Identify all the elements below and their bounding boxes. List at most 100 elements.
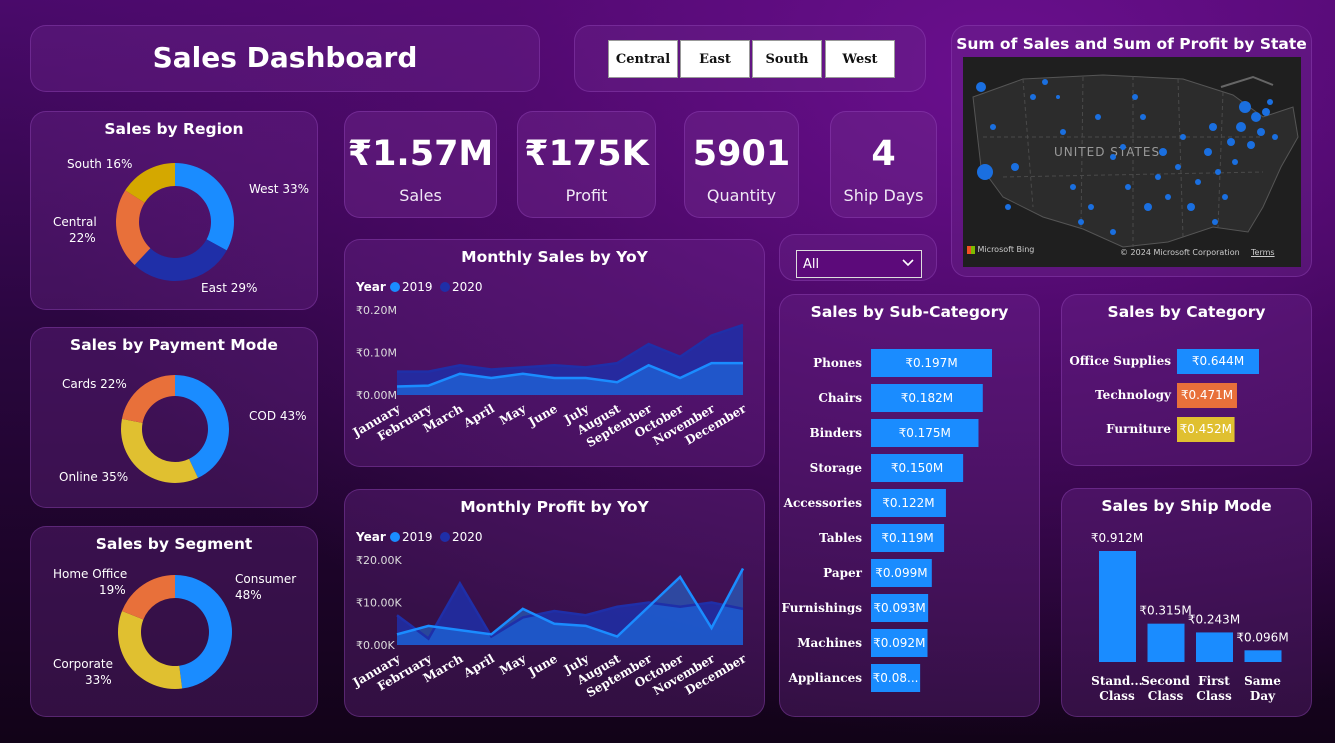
map-bubble[interactable]: [1030, 94, 1036, 100]
bar[interactable]: [1244, 650, 1282, 662]
map-bubble[interactable]: [1247, 141, 1255, 149]
map-bubble[interactable]: [1215, 169, 1221, 175]
x-tick-label: Class: [1148, 689, 1184, 703]
map-bubble[interactable]: [1088, 204, 1094, 210]
slice-label: South 16%: [67, 157, 132, 171]
map-bubble[interactable]: [1272, 134, 1278, 140]
category-bar-chart[interactable]: Office Supplies ₹0.644M Technology ₹0.471M F…: [1062, 295, 1313, 467]
x-tick-label: Same: [1244, 674, 1281, 688]
subcategory-bar-chart[interactable]: Phones ₹0.197M Chairs ₹0.182M Binders ₹0.175M…: [780, 295, 1041, 718]
us-map[interactable]: UNITED STATES Microsoft Bing © 2024 Micr…: [963, 57, 1301, 267]
donut-slice[interactable]: [134, 239, 227, 281]
map-bubble[interactable]: [1110, 154, 1116, 160]
y-tick-label: ₹0.00K: [356, 639, 395, 652]
x-tick-label: Class: [1099, 689, 1135, 703]
slice-label: Central: [53, 215, 97, 229]
donut-slice[interactable]: [121, 418, 198, 483]
map-bubble[interactable]: [1209, 123, 1217, 131]
slicer-button-central[interactable]: Central: [608, 40, 678, 78]
monthly-sales-chart[interactable]: Year 2019 2020₹0.20M₹0.10M₹0.00MJanuaryFeb…: [345, 240, 766, 468]
map-bubble[interactable]: [1204, 148, 1212, 156]
bar[interactable]: [1147, 623, 1185, 662]
map-bubble[interactable]: [976, 82, 986, 92]
map-bubble[interactable]: [990, 124, 996, 130]
shipmode-bar-chart[interactable]: ₹0.912MStand...Class₹0.315MSecondClass₹0…: [1062, 489, 1313, 718]
map-bubble[interactable]: [1195, 179, 1201, 185]
microsoft-icon: [967, 245, 975, 254]
slicer-button-south[interactable]: South: [752, 40, 822, 78]
map-bubble[interactable]: [1042, 79, 1048, 85]
donut-slice[interactable]: [118, 611, 183, 689]
bar[interactable]: [1196, 632, 1233, 662]
y-tick-label: ₹20.00K: [356, 554, 402, 567]
map-terms-link[interactable]: Terms: [1251, 248, 1275, 257]
kpi-quantity: 5901 Quantity: [684, 111, 799, 218]
segment-donut-chart[interactable]: Consumer 48% Corporate 33% Home Office 19%: [31, 527, 319, 718]
x-tick-label: April: [460, 401, 497, 430]
map-bubble[interactable]: [1262, 108, 1270, 116]
map-bubble[interactable]: [1060, 129, 1066, 135]
filter-dropdown-card: All: [779, 234, 937, 281]
slice-label: 22%: [69, 231, 96, 245]
map-bubble[interactable]: [1144, 203, 1152, 211]
legend-title: Year: [355, 280, 386, 294]
title-card: Sales Dashboard: [30, 25, 540, 92]
kpi-value: ₹175K: [524, 134, 649, 174]
map-bubble[interactable]: [1140, 114, 1146, 120]
map-bubble[interactable]: [1011, 163, 1019, 171]
map-bubble[interactable]: [1132, 94, 1138, 100]
map-bubble[interactable]: [1239, 101, 1251, 113]
donut-slice[interactable]: [121, 375, 175, 423]
y-tick-label: ₹0.20M: [356, 304, 397, 317]
map-bubble[interactable]: [1005, 204, 1011, 210]
kpi-ship-days: 4 Ship Days: [830, 111, 937, 218]
map-bubble[interactable]: [1232, 159, 1238, 165]
map-bubble[interactable]: [1095, 114, 1101, 120]
bar-value-label: ₹0.093M: [873, 601, 925, 615]
map-bubble[interactable]: [1187, 203, 1195, 211]
category-card: Sales by Category Office Supplies ₹0.644M…: [1061, 294, 1312, 466]
bar-value-label: ₹0.119M: [881, 531, 933, 545]
payment-donut-chart[interactable]: COD 43% Online 35% Cards 22%: [31, 328, 319, 509]
map-bubble[interactable]: [1056, 95, 1060, 99]
bar-category-label: Furnishings: [781, 601, 862, 615]
filter-dropdown[interactable]: All: [796, 250, 922, 278]
bar-value-label: ₹0.092M: [873, 636, 925, 650]
map-bubble[interactable]: [1078, 219, 1084, 225]
legend-label: 2019: [402, 280, 433, 294]
map-bubble[interactable]: [1257, 128, 1265, 136]
map-bubble[interactable]: [1222, 194, 1228, 200]
map-bubble[interactable]: [1165, 194, 1171, 200]
map-bubble[interactable]: [1212, 219, 1218, 225]
bar-category-label: Chairs: [818, 391, 862, 405]
donut-slice[interactable]: [175, 163, 235, 251]
map-bubble[interactable]: [1159, 148, 1167, 156]
kpi-value: ₹1.57M: [347, 134, 494, 174]
donut-slice[interactable]: [175, 575, 232, 689]
slicer-button-west[interactable]: West: [825, 40, 895, 78]
bar[interactable]: [1099, 551, 1136, 662]
map-bubble[interactable]: [1227, 138, 1235, 146]
map-bubble[interactable]: [1180, 134, 1186, 140]
map-bubble[interactable]: [1251, 112, 1261, 122]
donut-slice[interactable]: [122, 575, 175, 620]
payment-chart-card: Sales by Payment Mode COD 43% Online 35% C…: [30, 327, 318, 508]
map-bubble[interactable]: [977, 164, 993, 180]
x-tick-label: June: [525, 401, 560, 429]
map-bubble[interactable]: [1175, 164, 1181, 170]
slicer-button-east[interactable]: East: [680, 40, 750, 78]
dropdown-value: All: [803, 257, 820, 272]
region-donut-chart[interactable]: West 33% East 29% Central 22% South 16%: [31, 112, 319, 311]
map-bubble[interactable]: [1236, 122, 1246, 132]
bar-category-label: Technology: [1095, 388, 1172, 402]
map-bubble[interactable]: [1120, 144, 1126, 150]
map-bubble[interactable]: [1110, 229, 1116, 235]
slice-label: East 29%: [201, 281, 257, 295]
map-bubble[interactable]: [1155, 174, 1161, 180]
map-bubble[interactable]: [1125, 184, 1131, 190]
map-bubble[interactable]: [1070, 184, 1076, 190]
map-bubble[interactable]: [1267, 99, 1273, 105]
bar-value-label: ₹0.471M: [1181, 388, 1233, 402]
monthly-profit-chart[interactable]: Year 2019 2020₹20.00K₹10.00K₹0.00KJanuaryF…: [345, 490, 766, 718]
x-tick-label: First: [1198, 674, 1230, 688]
